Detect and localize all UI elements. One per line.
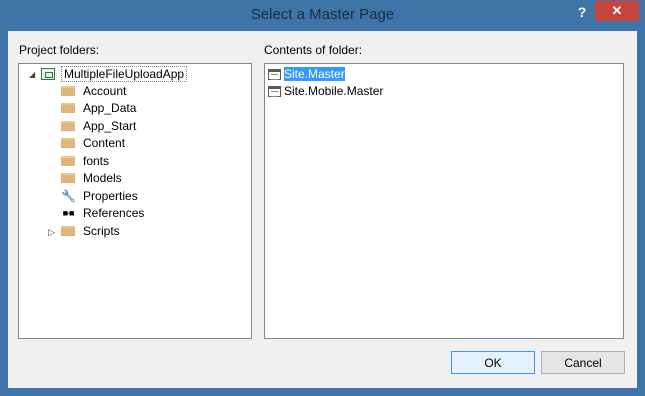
- wrench-icon: 🔧: [61, 188, 76, 203]
- tree-item-label: App_Start: [83, 118, 137, 133]
- tree-item-app-start[interactable]: App_Start: [61, 117, 138, 134]
- tree-item-properties[interactable]: 🔧 Properties: [61, 187, 140, 204]
- tree-item-app-data[interactable]: App_Data: [61, 99, 138, 116]
- references-icon: ■-■: [62, 207, 75, 218]
- dialog-title: Select a Master Page: [250, 6, 395, 23]
- contents-of-folder-label: Contents of folder:: [264, 43, 363, 57]
- tree-item-label: fonts: [83, 153, 110, 168]
- tree-item-label: Scripts: [83, 223, 120, 238]
- tree-item-fonts[interactable]: fonts: [61, 152, 111, 169]
- list-item-site-mobile-master[interactable]: Site.Mobile.Master: [268, 83, 383, 99]
- tree-item-scripts[interactable]: Scripts: [61, 222, 122, 239]
- title-bar[interactable]: Select a Master Page ? ✕: [0, 0, 645, 30]
- ok-button[interactable]: OK: [451, 351, 535, 374]
- list-item-label: Site.Master: [284, 67, 345, 81]
- tree-item-account[interactable]: Account: [61, 82, 128, 99]
- tree-item-label: App_Data: [83, 100, 137, 115]
- tree-item-label: Models: [83, 170, 122, 185]
- cancel-button[interactable]: Cancel: [541, 351, 625, 374]
- folder-icon: [61, 137, 75, 148]
- tree-item-label: Properties: [83, 188, 138, 203]
- tree-item-models[interactable]: Models: [61, 169, 124, 186]
- dialog-body: Project folders: Contents of folder: ◢ M…: [8, 31, 637, 388]
- web-project-icon: [41, 67, 55, 80]
- list-item-site-master[interactable]: Site.Master: [268, 66, 345, 82]
- master-page-file-icon: [268, 85, 281, 97]
- project-folders-label: Project folders:: [19, 43, 100, 57]
- master-page-file-icon: [268, 68, 281, 80]
- tree-item-content[interactable]: Content: [61, 134, 127, 151]
- collapsed-arrow-icon[interactable]: ▷: [48, 227, 55, 238]
- tree-item-label: Content: [83, 135, 126, 150]
- help-button[interactable]: ?: [573, 2, 591, 22]
- folder-icon: [61, 102, 75, 113]
- folder-icon: [61, 155, 75, 166]
- folder-icon: [61, 225, 75, 236]
- list-item-label: Site.Mobile.Master: [284, 84, 384, 98]
- project-folders-tree[interactable]: ◢ MultipleFileUploadApp Account App_Data…: [18, 63, 252, 339]
- tree-item-label: Account: [83, 83, 127, 98]
- expanded-arrow-icon[interactable]: ◢: [29, 70, 35, 79]
- folder-icon: [61, 172, 75, 183]
- contents-of-folder-list[interactable]: Site.Master Site.Mobile.Master: [264, 63, 624, 339]
- close-icon: ✕: [611, 3, 623, 18]
- close-button[interactable]: ✕: [595, 1, 639, 21]
- folder-icon: [61, 85, 75, 96]
- tree-item-references[interactable]: ■-■ References: [61, 204, 146, 221]
- dialog-window: Select a Master Page ? ✕ Project folders…: [0, 0, 645, 396]
- tree-item-label: MultipleFileUploadApp: [61, 65, 188, 82]
- folder-icon: [61, 120, 75, 131]
- tree-item-root[interactable]: MultipleFileUploadApp: [41, 65, 188, 82]
- tree-item-label: References: [83, 205, 145, 220]
